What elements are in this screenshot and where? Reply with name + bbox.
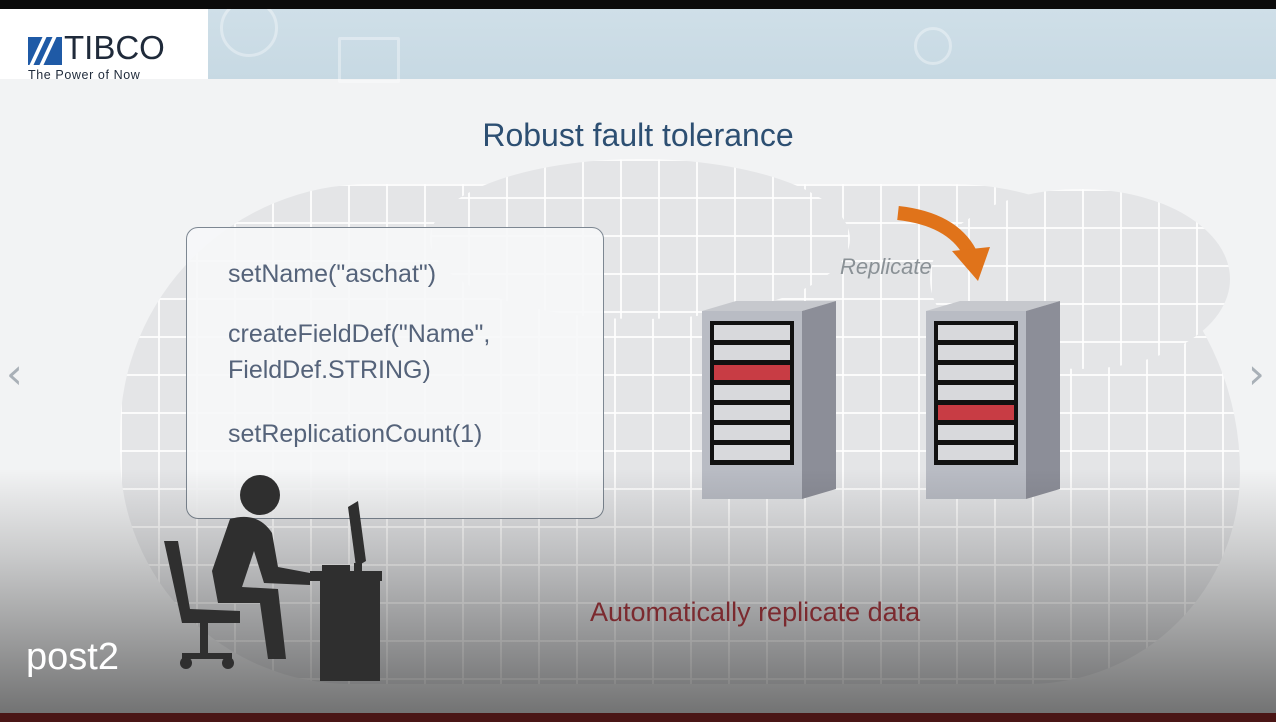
chevron-left-icon[interactable]: ‹ xyxy=(6,349,23,398)
caption-automatically-replicate: Automatically replicate data xyxy=(590,597,921,627)
banner-square-icon xyxy=(338,37,400,83)
replicate-label: Replicate xyxy=(840,254,932,279)
header-banner xyxy=(208,9,1276,83)
logo-tagline: The Power of Now xyxy=(28,68,141,82)
banner-arrow-circle-icon xyxy=(914,27,952,65)
overlay-label: post2 xyxy=(26,636,119,678)
bottom-letterbox xyxy=(0,713,1276,722)
tibco-logo: TIBCO The Power of Now xyxy=(0,9,208,82)
chevron-right-icon[interactable]: › xyxy=(1248,349,1265,398)
code-line-create-field-def: createFieldDef("Name", xyxy=(228,320,491,348)
tibco-logo-mark-icon xyxy=(28,37,62,65)
code-line-replication-count: setReplicationCount(1) xyxy=(228,420,483,448)
person-at-computer-icon xyxy=(164,475,382,681)
video-frame: TIBCO The Power of Now Robust fault tole… xyxy=(0,0,1276,722)
logo-wordmark: TIBCO xyxy=(64,29,165,66)
code-line-field-def-type: FieldDef.STRING) xyxy=(228,356,431,384)
slide-title: Robust fault tolerance xyxy=(482,117,794,153)
code-line-set-name: setName("aschat") xyxy=(228,260,437,288)
slide: TIBCO The Power of Now Robust fault tole… xyxy=(0,9,1276,713)
banner-circle-icon xyxy=(220,9,278,57)
top-letterbox xyxy=(0,0,1276,9)
